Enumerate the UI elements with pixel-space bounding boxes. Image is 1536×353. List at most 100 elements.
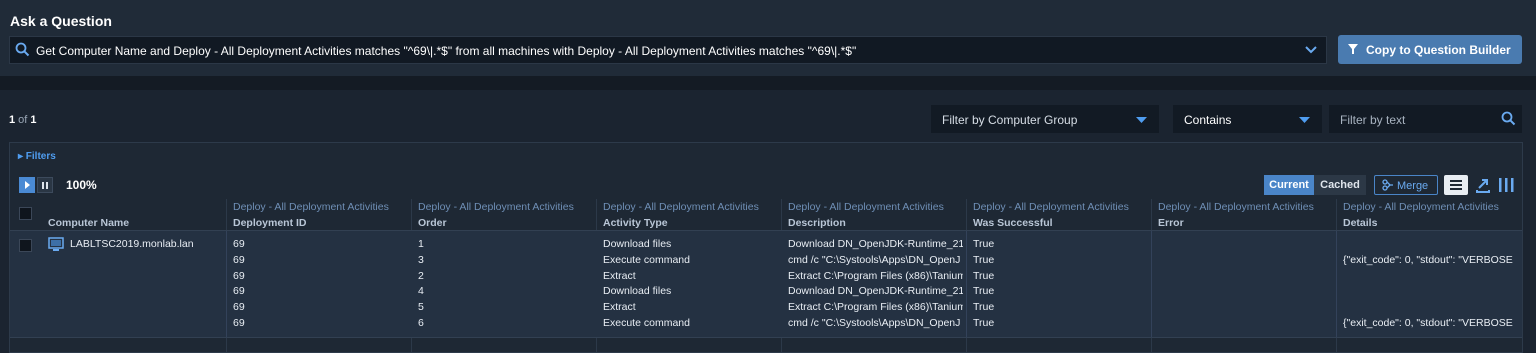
columns-icon[interactable] [1497,176,1515,194]
computer-group-filter-label: Filter by Computer Group [942,113,1078,127]
details-value [1343,237,1521,253]
description-cell: Download DN_OpenJDK-Runtime_21 cmd /c "C… [788,237,963,332]
filters-toggle[interactable]: ▸ Filters [18,151,56,162]
column-sensor-label: Deploy - All Deployment Activities [973,201,1129,213]
error-cell [1158,237,1333,332]
was-successful-cell: True True True True True True [973,237,1148,332]
column-header-error[interactable]: Error [1158,217,1184,229]
column-separator [226,231,227,337]
copy-button-label: Copy to Question Builder [1366,43,1511,57]
row-checkbox[interactable] [19,239,32,252]
computer-group-filter[interactable]: Filter by Computer Group [931,105,1159,133]
current-toggle[interactable]: Current [1264,175,1314,195]
select-all-checkbox[interactable] [19,207,32,220]
section-divider [0,76,1536,90]
description-value: Extract C:\Program Files (x86)\Tanium [788,301,963,314]
question-input[interactable]: Get Computer Name and Deploy - All Deplo… [9,36,1327,64]
ask-question-panel: Ask a Question Get Computer Name and Dep… [0,0,1536,76]
error-value [1158,316,1333,332]
details-value: {"exit_code": 0, "stdout": "VERBOSE [1343,253,1513,266]
match-mode-select[interactable]: Contains [1173,105,1322,133]
order-value: 3 [418,253,424,266]
column-header-details[interactable]: Details [1343,217,1377,229]
description-value: Download DN_OpenJDK-Runtime_21 [788,285,963,298]
details-value [1343,284,1521,300]
computer-name: LABLTSC2019.monlab.lan [70,238,194,250]
search-icon [15,42,30,57]
details-value [1343,300,1521,316]
error-value [1158,269,1333,285]
activity-type-value: Extract [603,269,636,282]
search-icon[interactable] [1501,111,1516,126]
column-sensor-label: Deploy - All Deployment Activities [603,201,759,213]
description-value: cmd /c "C:\Systools\Apps\DN_OpenJ [788,253,961,266]
computer-name-cell[interactable]: LABLTSC2019.monlab.lan [48,237,194,257]
error-value [1158,300,1333,316]
copy-to-question-builder-button[interactable]: Copy to Question Builder [1338,35,1522,64]
details-value: {"exit_code": 0, "stdout": "VERBOSE [1343,316,1513,329]
menu-button[interactable] [1444,175,1468,195]
pause-button[interactable] [37,177,53,193]
merge-button[interactable]: Merge [1374,175,1438,195]
cached-toggle[interactable]: Cached [1314,175,1366,195]
merge-icon [1382,179,1393,191]
current-label: Current [1269,179,1309,191]
computer-icon [48,237,64,251]
hamburger-icon [1450,180,1462,190]
ask-title: Ask a Question [10,13,112,29]
deployment-id-value: 69 [233,238,245,250]
deployment-id-value: 69 [233,285,245,298]
deployment-id-value: 69 [233,253,245,266]
error-value [1158,284,1333,300]
order-value: 5 [418,301,424,314]
was-successful-value: True [973,269,995,282]
deployment-id-value: 69 [233,316,245,329]
cached-label: Cached [1320,179,1360,191]
order-value: 4 [418,285,424,298]
activity-type-value: Download files [603,285,672,298]
description-value: Extract C:\Program Files (x86)\Tanium [788,269,963,282]
column-header-deployment-id[interactable]: Deployment ID [233,217,307,229]
description-value: Download DN_OpenJDK-Runtime_21 [788,238,963,250]
column-header-was-successful[interactable]: Was Successful [973,217,1053,229]
play-button[interactable] [19,177,35,193]
export-icon[interactable] [1475,176,1491,194]
column-header-order[interactable]: Order [418,217,447,229]
column-sensor-label: Deploy - All Deployment Activities [788,201,944,213]
results-grid: ▸ Filters 100% Current Cached Merge Comp… [9,142,1523,353]
activity-type-cell: Download files Execute command Extract D… [603,237,778,332]
question-text[interactable]: Get Computer Name and Deploy - All Deplo… [36,44,856,58]
column-separator [1336,231,1337,337]
order-value: 6 [418,316,424,329]
deployment-id-value: 69 [233,301,245,314]
error-value [1158,237,1333,253]
filter-text-input[interactable]: Filter by text [1329,105,1522,133]
column-separator [1151,231,1152,337]
filter-text-placeholder: Filter by text [1340,113,1406,127]
completion-percent: 100% [66,178,97,192]
pause-icon [42,182,48,189]
was-successful-value: True [973,316,995,329]
match-mode-value: Contains [1184,113,1232,127]
description-value: cmd /c "C:\Systools\Apps\DN_OpenJ [788,316,961,329]
details-value [1343,269,1521,285]
was-successful-value: True [973,301,995,314]
column-sensor-label: Deploy - All Deployment Activities [1158,201,1314,213]
activity-type-value: Extract [603,301,636,314]
caret-down-icon [1136,117,1147,123]
page-of: of [15,114,31,126]
column-sensor-label: Deploy - All Deployment Activities [1343,201,1499,213]
column-header-computer-name[interactable]: Computer Name [48,217,129,229]
error-value [1158,253,1333,269]
column-header-description[interactable]: Description [788,217,846,229]
activity-type-value: Execute command [603,316,690,329]
column-sensor-label: Deploy - All Deployment Activities [418,201,574,213]
caret-down-icon [1299,117,1310,123]
was-successful-value: True [973,238,995,250]
page-indicator: 1 of 1 [9,114,37,126]
column-sensor-label: Deploy - All Deployment Activities [233,201,389,213]
was-successful-value: True [973,253,995,266]
chevron-down-icon[interactable] [1304,45,1318,55]
row-divider [10,337,1522,338]
column-header-activity-type[interactable]: Activity Type [603,217,668,229]
